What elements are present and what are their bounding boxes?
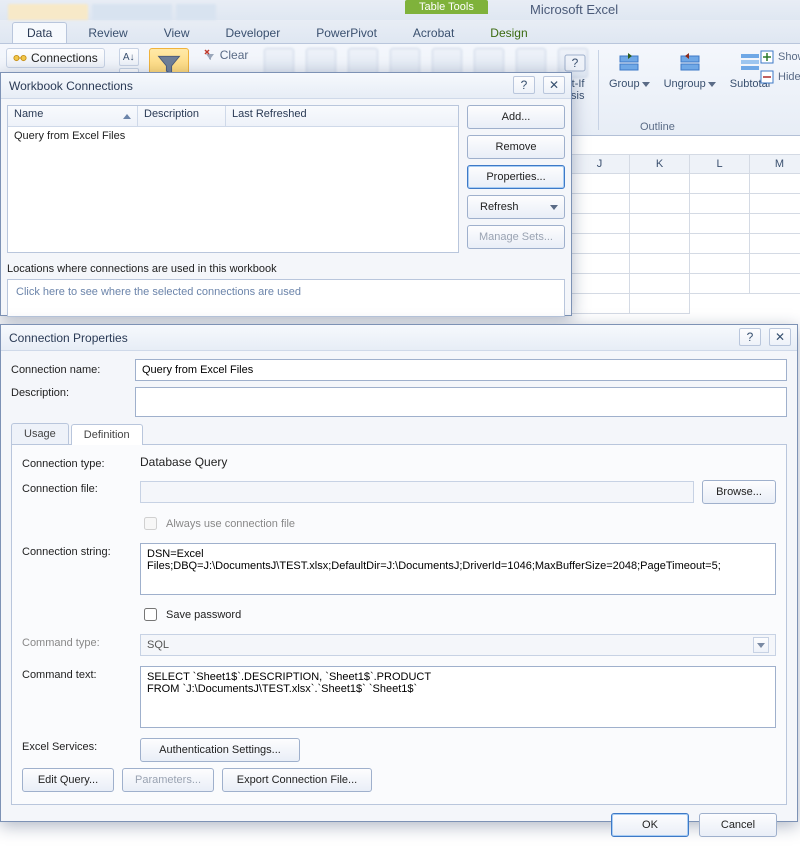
tab-definition[interactable]: Definition [71, 424, 143, 445]
wc-close-button[interactable]: ✕ [543, 76, 565, 94]
wc-col-lastrefreshed[interactable]: Last Refreshed [226, 106, 458, 126]
cancel-button[interactable]: Cancel [699, 813, 777, 837]
connections-label: Connections [31, 51, 98, 65]
group-icon [616, 50, 642, 76]
contextual-tab-group: Table Tools [405, 0, 488, 14]
chevron-down-icon [550, 205, 558, 210]
wc-locations-hint: Click here to see where the selected con… [16, 286, 301, 298]
always-use-file-checkbox[interactable]: Always use connection file [140, 514, 295, 533]
conn-type-label: Connection type: [22, 455, 132, 470]
save-password-input[interactable] [144, 608, 157, 621]
connections-icon [13, 51, 27, 65]
wc-title-bar[interactable]: Workbook Connections ? ✕ [1, 73, 571, 99]
wc-title: Workbook Connections [9, 79, 133, 93]
plus-icon [760, 50, 774, 64]
wc-table[interactable]: Name Description Last Refreshed Query fr… [7, 105, 459, 253]
edit-query-button[interactable]: Edit Query... [22, 768, 114, 792]
title-bar: Table Tools Microsoft Excel [0, 0, 800, 20]
save-password-checkbox[interactable]: Save password [140, 605, 241, 624]
cmd-text-input[interactable] [140, 666, 776, 728]
conn-file-label: Connection file: [22, 480, 132, 495]
clear-label: Clear [220, 48, 249, 62]
workbook-connections-dialog: Workbook Connections ? ✕ Name Descriptio… [0, 72, 572, 316]
export-conn-file-button[interactable]: Export Connection File... [222, 768, 372, 792]
ok-button[interactable]: OK [611, 813, 689, 837]
wc-row-name: Query from Excel Files [14, 130, 125, 142]
cp-help-button[interactable]: ? [739, 328, 761, 346]
connections-button[interactable]: Connections [6, 48, 105, 68]
cmd-text-label: Command text: [22, 666, 132, 681]
show-detail-button[interactable]: Show De [760, 50, 800, 64]
group-button[interactable]: Group [605, 48, 654, 92]
tab-usage[interactable]: Usage [11, 423, 69, 444]
wc-locations-label: Locations where connections are used in … [7, 263, 565, 275]
col-header[interactable]: K [630, 154, 690, 174]
minus-icon [760, 70, 774, 84]
outline-group-label: Outline [640, 121, 675, 133]
auth-settings-button[interactable]: Authentication Settings... [140, 738, 300, 762]
wc-managesets-button: Manage Sets... [467, 225, 565, 249]
cmd-type-label: Command type: [22, 634, 132, 649]
wc-help-button[interactable]: ? [513, 76, 535, 94]
tab-developer[interactable]: Developer [211, 22, 296, 43]
col-header[interactable]: M [750, 154, 800, 174]
ribbon-right-group: ? at-If ysis Group Ungroup Subtotal [558, 48, 774, 130]
tab-data[interactable]: Data [12, 22, 67, 43]
definition-panel: Connection type: Database Query Connecti… [11, 445, 787, 805]
cp-close-button[interactable]: ✕ [769, 328, 791, 346]
ribbon-tabs: Data Review View Developer PowerPivot Ac… [0, 20, 800, 44]
ribbon-side-col: Show De Hide De [760, 50, 800, 84]
wc-col-description[interactable]: Description [138, 106, 226, 126]
ungroup-icon [677, 50, 703, 76]
conn-name-label: Connection name: [11, 364, 127, 376]
wc-add-button[interactable]: Add... [467, 105, 565, 129]
browse-button[interactable]: Browse... [702, 480, 776, 504]
ungroup-label: Ungroup [664, 78, 716, 90]
conn-string-input[interactable] [140, 543, 776, 595]
tab-review[interactable]: Review [73, 22, 142, 43]
parameters-button: Parameters... [122, 768, 214, 792]
svg-text:?: ? [572, 56, 579, 70]
conn-file-input [140, 481, 694, 503]
conn-string-label: Connection string: [22, 543, 132, 558]
tab-powerpivot[interactable]: PowerPivot [301, 22, 392, 43]
col-header[interactable]: L [690, 154, 750, 174]
wc-properties-button[interactable]: Properties... [467, 165, 565, 189]
clear-icon [203, 48, 217, 62]
ungroup-button[interactable]: Ungroup [660, 48, 720, 92]
tab-acrobat[interactable]: Acrobat [398, 22, 469, 43]
cmd-type-select: SQL [140, 634, 776, 656]
cp-title-bar[interactable]: Connection Properties ? ✕ [1, 325, 797, 351]
tab-design[interactable]: Design [475, 22, 542, 43]
wc-remove-button[interactable]: Remove [467, 135, 565, 159]
conn-type-value: Database Query [140, 455, 227, 469]
app-title: Microsoft Excel [530, 2, 618, 17]
cp-tabs: Usage Definition [11, 423, 787, 445]
col-header[interactable]: J [570, 154, 630, 174]
table-tools-label: Table Tools [405, 0, 488, 14]
connection-properties-dialog: Connection Properties ? ✕ Connection nam… [0, 324, 798, 822]
tab-view[interactable]: View [149, 22, 205, 43]
wc-row[interactable]: Query from Excel Files [8, 127, 458, 145]
cp-title: Connection Properties [9, 331, 128, 345]
wc-locations-box[interactable]: Click here to see where the selected con… [7, 279, 565, 317]
chevron-down-icon [753, 637, 769, 653]
wc-col-name[interactable]: Name [8, 106, 138, 126]
desc-label: Description: [11, 387, 127, 399]
group-label: Group [609, 78, 650, 90]
workbook-tabs-blur [0, 4, 216, 20]
conn-name-input[interactable] [135, 359, 787, 381]
desc-input[interactable] [135, 387, 787, 417]
sort-az-button[interactable]: A↓ [119, 48, 139, 66]
clear-filter-button[interactable]: Clear [203, 48, 249, 62]
hide-detail-button[interactable]: Hide De [760, 70, 800, 84]
excel-services-label: Excel Services: [22, 738, 132, 753]
always-use-file-input [144, 517, 157, 530]
wc-refresh-button[interactable]: Refresh [467, 195, 565, 219]
